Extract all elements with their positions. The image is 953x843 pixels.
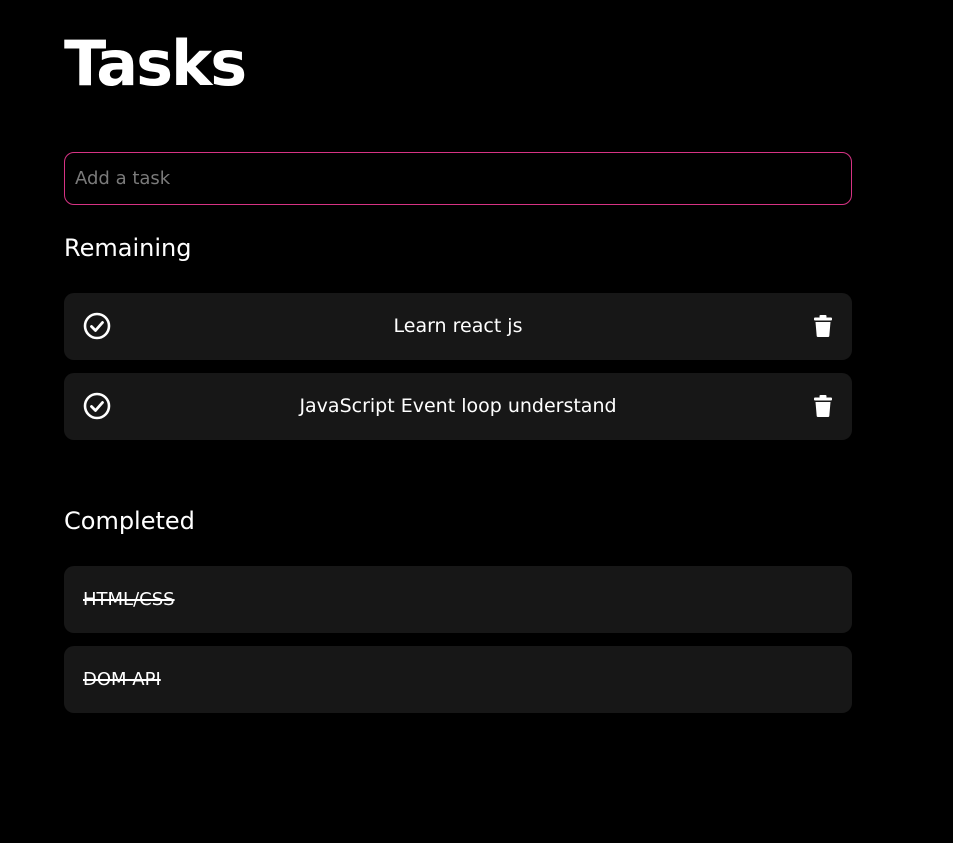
- task-label: JavaScript Event loop understand: [299, 395, 617, 417]
- completed-heading: Completed: [64, 507, 195, 535]
- trash-icon[interactable]: [812, 314, 834, 338]
- remaining-task-item: Learn react js: [64, 293, 852, 360]
- remaining-heading: Remaining: [64, 234, 192, 262]
- task-label: Learn react js: [393, 315, 523, 337]
- check-circle-icon[interactable]: [82, 391, 112, 421]
- check-circle-icon[interactable]: [82, 311, 112, 341]
- completed-task-item: HTML/CSS: [64, 566, 852, 633]
- add-task-input[interactable]: [64, 152, 852, 205]
- completed-task-item: DOM API: [64, 646, 852, 713]
- trash-icon[interactable]: [812, 394, 834, 418]
- page-title: Tasks: [64, 27, 247, 100]
- completed-task-label: DOM API: [83, 669, 161, 690]
- remaining-task-item: JavaScript Event loop understand: [64, 373, 852, 440]
- tasks-page: Tasks Remaining Learn react js Ja: [0, 0, 953, 843]
- completed-task-label: HTML/CSS: [83, 589, 175, 610]
